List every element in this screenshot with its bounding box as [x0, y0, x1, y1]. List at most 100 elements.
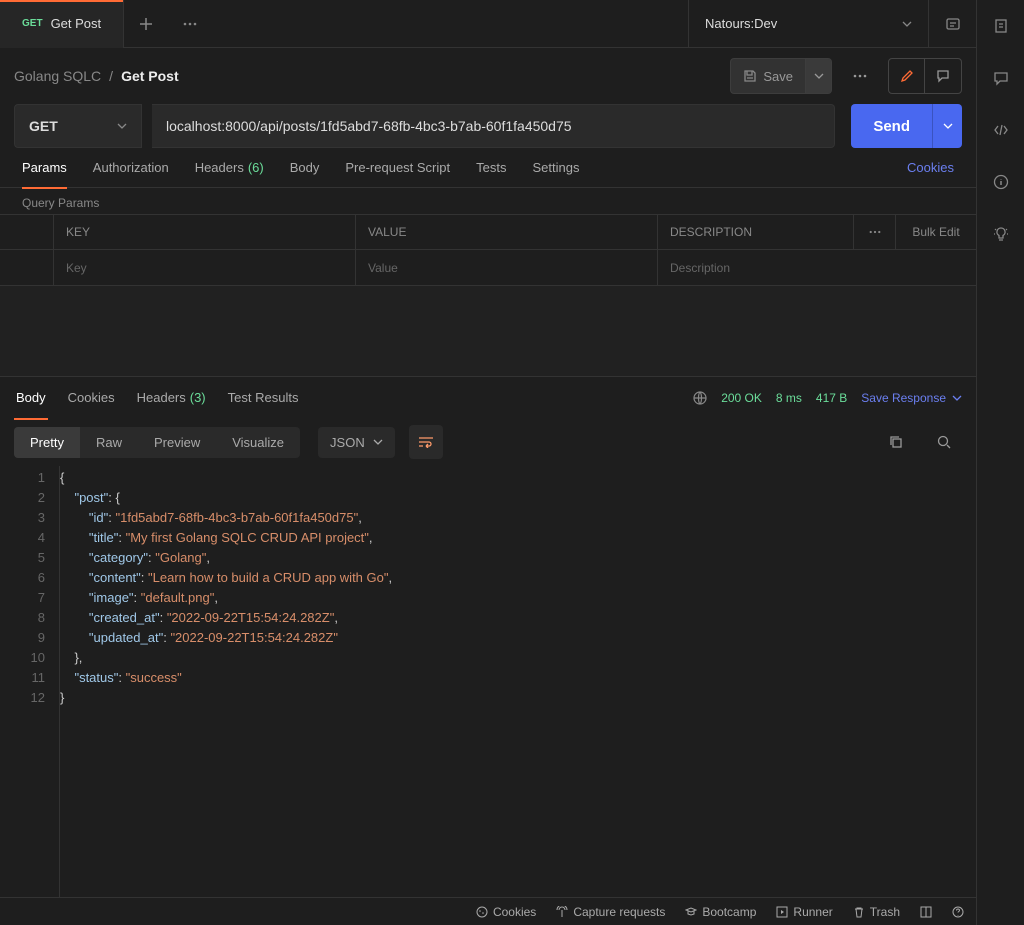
save-button-group: Save	[730, 58, 832, 94]
resp-tab-cookies[interactable]: Cookies	[66, 377, 117, 419]
footer-panes[interactable]	[920, 906, 932, 918]
tab-settings[interactable]: Settings	[532, 148, 579, 188]
tab-more-button[interactable]	[168, 0, 212, 48]
tab-label: Get Post	[51, 16, 102, 31]
url-text: localhost:8000/api/posts/1fd5abd7-68fb-4…	[166, 118, 572, 134]
save-dropdown-button[interactable]	[805, 59, 831, 93]
help-icon	[952, 906, 964, 918]
view-raw[interactable]: Raw	[80, 427, 138, 458]
resp-tab-body[interactable]: Body	[14, 377, 48, 419]
tab-bar: GET Get Post Natours:Dev	[0, 0, 976, 48]
tab-method: GET	[22, 18, 43, 29]
info-button[interactable]	[993, 174, 1009, 190]
desc-input[interactable]: Description	[658, 250, 976, 285]
tab-prerequest[interactable]: Pre-request Script	[345, 148, 450, 188]
footer: Cookies Capture requests Bootcamp Runner…	[0, 897, 976, 925]
params-table: KEY VALUE DESCRIPTION Bulk Edit Key Valu…	[0, 214, 976, 286]
search-icon	[937, 435, 951, 449]
tab-params[interactable]: Params	[22, 148, 67, 188]
value-input[interactable]: Value	[356, 250, 658, 285]
search-button[interactable]	[926, 424, 962, 460]
save-button[interactable]: Save	[731, 69, 805, 84]
globe-icon[interactable]	[693, 391, 707, 405]
key-input[interactable]: Key	[54, 250, 356, 285]
response-size: 417 B	[816, 391, 847, 405]
view-visualize[interactable]: Visualize	[216, 427, 300, 458]
more-actions-button[interactable]	[842, 58, 878, 94]
right-rail	[976, 0, 1024, 925]
comment-mode-button[interactable]	[925, 59, 961, 93]
copy-button[interactable]	[878, 424, 914, 460]
url-input[interactable]: localhost:8000/api/posts/1fd5abd7-68fb-4…	[152, 104, 835, 148]
method-text: GET	[29, 118, 58, 134]
footer-capture[interactable]: Capture requests	[556, 905, 665, 919]
wrap-lines-button[interactable]	[409, 425, 443, 459]
env-quicklook-button[interactable]	[928, 0, 976, 48]
response-tabs: Body Cookies Headers (3) Test Results 20…	[0, 376, 976, 418]
environment-selector[interactable]: Natours:Dev	[688, 0, 928, 48]
send-dropdown-button[interactable]	[932, 104, 962, 148]
antenna-icon	[556, 906, 568, 918]
url-row: GET localhost:8000/api/posts/1fd5abd7-68…	[0, 104, 976, 148]
tab-tests[interactable]: Tests	[476, 148, 506, 188]
bulk-edit-button[interactable]: Bulk Edit	[896, 215, 976, 249]
tab-headers[interactable]: Headers (6)	[195, 148, 264, 188]
chevron-down-icon	[373, 439, 383, 445]
view-row: Pretty Raw Preview Visualize JSON	[0, 418, 976, 466]
col-desc-header: DESCRIPTION	[658, 215, 854, 249]
tab-authorization[interactable]: Authorization	[93, 148, 169, 188]
copy-icon	[889, 435, 903, 449]
breadcrumb: Golang SQLC / Get Post	[14, 68, 179, 84]
wrap-icon	[418, 436, 434, 448]
footer-bootcamp[interactable]: Bootcamp	[685, 905, 756, 919]
header-row: Golang SQLC / Get Post Save	[0, 48, 976, 104]
footer-runner[interactable]: Runner	[776, 905, 832, 919]
chevron-down-icon	[814, 73, 824, 79]
documentation-button[interactable]	[993, 18, 1009, 34]
comment-icon	[993, 70, 1009, 86]
request-tab[interactable]: GET Get Post	[0, 0, 124, 48]
response-body[interactable]: 123456789101112 { "post": { "id": "1fd5a…	[0, 466, 976, 897]
method-select[interactable]: GET	[14, 104, 142, 148]
chevron-down-icon	[943, 123, 953, 129]
response-time: 8 ms	[776, 391, 802, 405]
footer-cookies[interactable]: Cookies	[476, 905, 536, 919]
plus-icon	[139, 17, 153, 31]
new-tab-button[interactable]	[124, 0, 168, 48]
footer-help[interactable]	[952, 906, 964, 918]
tab-body[interactable]: Body	[290, 148, 320, 188]
format-select[interactable]: JSON	[318, 427, 395, 458]
save-response-button[interactable]: Save Response	[861, 391, 962, 405]
dots-icon	[869, 230, 881, 234]
view-preview[interactable]: Preview	[138, 427, 216, 458]
request-tabs: Params Authorization Headers (6) Body Pr…	[0, 148, 976, 188]
lightbulb-button[interactable]	[993, 226, 1009, 242]
pencil-icon	[900, 69, 914, 83]
edit-mode-button[interactable]	[889, 59, 925, 93]
mode-toggle	[888, 58, 962, 94]
chevron-down-icon	[952, 395, 962, 401]
table-more-button[interactable]	[854, 215, 896, 249]
dots-icon	[183, 22, 197, 26]
cookie-icon	[476, 906, 488, 918]
doc-icon	[993, 18, 1009, 34]
chevron-down-icon	[117, 123, 127, 129]
footer-trash[interactable]: Trash	[853, 905, 900, 919]
panes-icon	[920, 906, 932, 918]
cookies-link[interactable]: Cookies	[907, 160, 954, 175]
dots-icon	[853, 74, 867, 78]
comments-button[interactable]	[993, 70, 1009, 86]
code-icon	[993, 122, 1009, 138]
resp-tab-headers[interactable]: Headers (3)	[135, 377, 208, 419]
col-value-header: VALUE	[356, 215, 658, 249]
breadcrumb-parent[interactable]: Golang SQLC	[14, 68, 101, 84]
send-button[interactable]: Send	[851, 118, 932, 135]
breadcrumb-current: Get Post	[121, 68, 179, 84]
table-row: Key Value Description	[0, 250, 976, 286]
play-icon	[776, 906, 788, 918]
code-button[interactable]	[993, 122, 1009, 138]
resp-tab-test-results[interactable]: Test Results	[226, 377, 301, 419]
query-params-label: Query Params	[0, 188, 976, 214]
save-icon	[743, 69, 757, 83]
view-pretty[interactable]: Pretty	[14, 427, 80, 458]
